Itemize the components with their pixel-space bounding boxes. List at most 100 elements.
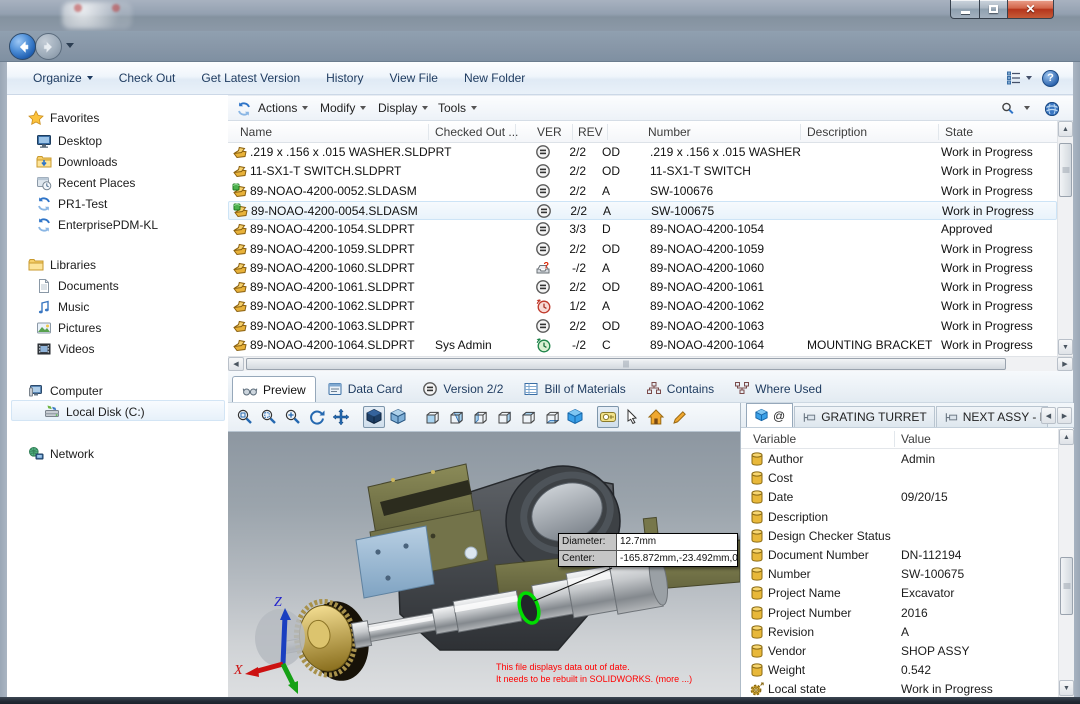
scroll-down-button[interactable]: ▼ (1059, 680, 1074, 696)
list-menu-tools[interactable]: Tools (438, 101, 477, 115)
data-tab-grating-turret[interactable]: GRATING TURRET (794, 406, 935, 427)
list-refresh-icon[interactable] (236, 101, 252, 117)
view-top-icon[interactable] (516, 406, 538, 428)
zoom-fit-icon[interactable] (234, 406, 256, 428)
tab-version-2-2[interactable]: Version 2/2 (413, 376, 512, 402)
file-row[interactable]: 89-NOAO-4200-1059.SLDPRT2/2OD89-NOAO-420… (228, 240, 1057, 259)
list-search-dropdown[interactable] (1024, 106, 1030, 110)
data-tab-at[interactable]: @ (746, 403, 793, 427)
view-isometric-icon[interactable] (564, 406, 586, 428)
scroll-thumb[interactable] (1059, 143, 1072, 197)
file-list-vscrollbar[interactable]: ▲▼ (1057, 121, 1073, 356)
file-row[interactable]: 11-SX1-T SWITCH.SLDPRT2/2OD11-SX1-T SWIT… (228, 162, 1057, 181)
tab-data-card[interactable]: Data Card (318, 376, 412, 402)
column-header-checked-out-[interactable]: Checked Out ... (435, 125, 518, 139)
shaded-icon[interactable] (363, 406, 385, 428)
shaded-edges-icon[interactable] (387, 406, 409, 428)
rotate-icon[interactable] (306, 406, 328, 428)
file-row[interactable]: 89-NOAO-4200-0052.SLDASM2/2ASW-100676Wor… (228, 182, 1057, 201)
column-header-description[interactable]: Description (807, 125, 867, 139)
sidebar-item-recent-places[interactable]: Recent Places (36, 173, 135, 193)
view-right-icon[interactable] (492, 406, 514, 428)
sidebar-item-music[interactable]: Music (36, 297, 89, 317)
sidebar-item-pictures[interactable]: Pictures (36, 318, 101, 338)
forward-button[interactable] (35, 33, 62, 60)
file-row[interactable]: .219 x .156 x .015 WASHER.SLDPRT2/2OD.21… (228, 143, 1057, 162)
measure-icon[interactable] (597, 406, 619, 428)
scroll-thumb[interactable] (246, 358, 1006, 370)
change-view-button[interactable] (1006, 70, 1032, 86)
sidebar-item-local-disk-c-[interactable]: Local Disk (C:) (44, 402, 145, 422)
tab-where-used[interactable]: Where Used (725, 376, 831, 402)
variable-row[interactable]: Design Checker Status (741, 527, 1058, 546)
file-row[interactable]: 89-NOAO-4200-1054.SLDPRT3/3D89-NOAO-4200… (228, 220, 1057, 239)
sidebar-section-favorites[interactable]: Favorites (28, 108, 99, 128)
variable-row[interactable]: Local stateWork in Progress (741, 680, 1058, 697)
back-button[interactable] (9, 33, 36, 60)
value-column-header[interactable]: Value (901, 432, 931, 446)
sidebar-item-enterprisepdm-kl[interactable]: EnterprisePDM-KL (36, 215, 158, 235)
column-header-name[interactable]: Name (240, 125, 272, 139)
list-search-button[interactable] (1000, 101, 1016, 117)
variable-row[interactable]: Project Number2016 (741, 604, 1058, 623)
sidebar-item-videos[interactable]: Videos (36, 339, 94, 359)
column-header-rev[interactable]: REV (578, 125, 603, 139)
sidebar-section-computer[interactable]: Computer (28, 381, 103, 401)
command-get-latest-version[interactable]: Get Latest Version (201, 71, 300, 85)
file-row[interactable]: 89-NOAO-4200-0054.SLDASM2/2ASW-100675Wor… (228, 201, 1057, 220)
preview-viewport[interactable]: Z X This file displays data out of date.… (228, 432, 740, 697)
file-row[interactable]: 89-NOAO-4200-1061.SLDPRT2/2OD89-NOAO-420… (228, 278, 1057, 297)
scroll-up-button[interactable]: ▲ (1059, 429, 1074, 445)
file-list-hscrollbar[interactable]: ◀▶ (228, 356, 1073, 371)
home-icon[interactable] (645, 406, 667, 428)
sidebar-item-documents[interactable]: Documents (36, 276, 119, 296)
variable-row[interactable]: Project NameExcavator (741, 584, 1058, 603)
recent-pages-dropdown[interactable] (66, 43, 74, 48)
view-front-icon[interactable] (420, 406, 442, 428)
command-new-folder[interactable]: New Folder (464, 71, 525, 85)
column-header-state[interactable]: State (945, 125, 973, 139)
variable-row[interactable]: NumberSW-100675 (741, 565, 1058, 584)
column-header-number[interactable]: Number (648, 125, 691, 139)
view-bottom-icon[interactable] (540, 406, 562, 428)
variable-row[interactable]: Document NumberDN-112194 (741, 546, 1058, 565)
command-check-out[interactable]: Check Out (119, 71, 176, 85)
sidebar-section-network[interactable]: Network (28, 444, 94, 464)
close-button[interactable]: ✕ (1008, 0, 1054, 19)
variable-row[interactable]: Date09/20/15 (741, 488, 1058, 507)
sidebar-section-libraries[interactable]: Libraries (28, 255, 96, 275)
tab-scroll-right-button[interactable]: ▶ (1057, 407, 1072, 424)
list-menu-actions[interactable]: Actions (258, 101, 308, 115)
variable-row[interactable]: AuthorAdmin (741, 450, 1058, 469)
file-row[interactable]: 89-NOAO-4200-1063.SLDPRT2/2OD89-NOAO-420… (228, 317, 1057, 336)
command-history[interactable]: History (326, 71, 363, 85)
file-row[interactable]: 89-NOAO-4200-1060.SLDPRT?-/2A89-NOAO-420… (228, 259, 1057, 278)
tab-bill-of-materials[interactable]: Bill of Materials (514, 376, 634, 402)
help-button[interactable]: ? (1042, 70, 1059, 87)
tab-preview[interactable]: Preview (232, 376, 316, 402)
scroll-up-button[interactable]: ▲ (1058, 121, 1073, 137)
sidebar-item-downloads[interactable]: Downloads (36, 152, 117, 172)
command-organize[interactable]: Organize (33, 71, 93, 85)
maximize-button[interactable] (980, 0, 1008, 19)
zoom-area-icon[interactable] (258, 406, 280, 428)
data-tab-next-assy-h[interactable]: NEXT ASSY - H (936, 406, 1048, 427)
list-menu-modify[interactable]: Modify (320, 101, 366, 115)
file-row[interactable]: 89-NOAO-4200-1064.SLDPRTSys Admin-/2C89-… (228, 336, 1057, 355)
title-bar[interactable]: ✕ (0, 0, 1080, 31)
variable-row[interactable]: RevisionA (741, 623, 1058, 642)
tab-contains[interactable]: Contains (637, 376, 723, 402)
column-header-ver[interactable]: VER (537, 125, 562, 139)
minimize-button[interactable] (950, 0, 980, 19)
variable-column-header[interactable]: Variable (753, 432, 796, 446)
tab-scroll-left-button[interactable]: ◀ (1041, 407, 1056, 424)
variable-row[interactable]: Cost (741, 469, 1058, 488)
variable-row[interactable]: Weight0.542 (741, 661, 1058, 680)
command-view-file[interactable]: View File (389, 71, 437, 85)
pan-icon[interactable] (330, 406, 352, 428)
file-row[interactable]: 89-NOAO-4200-1062.SLDPRT1/2A89-NOAO-4200… (228, 297, 1057, 316)
view-left-icon[interactable] (468, 406, 490, 428)
view-back-icon[interactable] (444, 406, 466, 428)
scroll-left-button[interactable]: ◀ (228, 357, 244, 371)
select-icon[interactable] (621, 406, 643, 428)
